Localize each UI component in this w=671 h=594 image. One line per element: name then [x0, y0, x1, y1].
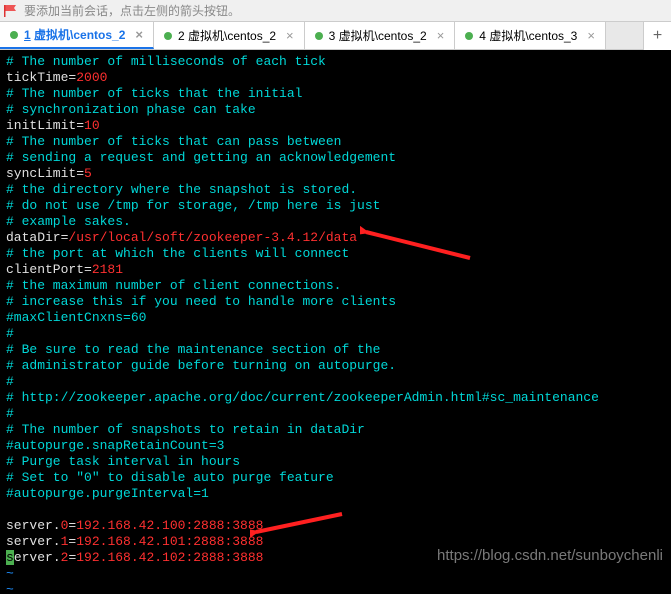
toolbar-hint: 要添加当前会话，点击左侧的箭头按钮。	[24, 2, 240, 19]
terminal-line	[6, 502, 665, 518]
terminal-line: tickTime=2000	[6, 70, 665, 86]
terminal-line: #	[6, 374, 665, 390]
close-icon[interactable]: ×	[587, 28, 595, 43]
status-dot-icon	[164, 32, 172, 40]
tab-label: 1 虚拟机\centos_2	[24, 26, 125, 43]
terminal-line: clientPort=2181	[6, 262, 665, 278]
terminal-line: #maxClientCnxns=60	[6, 310, 665, 326]
terminal-line: # administrator guide before turning on …	[6, 358, 665, 374]
tab-3[interactable]: 4 虚拟机\centos_3 ×	[455, 22, 606, 49]
terminal-line: # the port at which the clients will con…	[6, 246, 665, 262]
terminal-line: initLimit=10	[6, 118, 665, 134]
terminal-line: # Purge task interval in hours	[6, 454, 665, 470]
terminal-line: # The number of snapshots to retain in d…	[6, 422, 665, 438]
close-icon[interactable]: ×	[286, 28, 294, 43]
terminal-line: # The number of ticks that the initial	[6, 86, 665, 102]
terminal-line: syncLimit=5	[6, 166, 665, 182]
terminal-line: # the directory where the snapshot is st…	[6, 182, 665, 198]
status-dot-icon	[465, 32, 473, 40]
tab-2[interactable]: 3 虚拟机\centos_2 ×	[305, 22, 456, 49]
terminal-line: # sending a request and getting an ackno…	[6, 150, 665, 166]
tab-label: 3 虚拟机\centos_2	[329, 27, 427, 44]
terminal-line: #autopurge.purgeInterval=1	[6, 486, 665, 502]
tab-0[interactable]: 1 虚拟机\centos_2 ×	[0, 22, 154, 49]
status-dot-icon	[10, 31, 18, 39]
close-icon[interactable]: ×	[437, 28, 445, 43]
terminal-line: # increase this if you need to handle mo…	[6, 294, 665, 310]
terminal-line: dataDir=/usr/local/soft/zookeeper-3.4.12…	[6, 230, 665, 246]
terminal-line: ~	[6, 566, 665, 582]
terminal-line: # http://zookeeper.apache.org/doc/curren…	[6, 390, 665, 406]
toolbar: 要添加当前会话，点击左侧的箭头按钮。	[0, 0, 671, 22]
terminal-line: # synchronization phase can take	[6, 102, 665, 118]
terminal[interactable]: # The number of milliseconds of each tic…	[0, 50, 671, 594]
flag-icon	[4, 5, 18, 17]
terminal-line: # do not use /tmp for storage, /tmp here…	[6, 198, 665, 214]
terminal-line: server.0=192.168.42.100:2888:3888	[6, 518, 665, 534]
terminal-line: # the maximum number of client connectio…	[6, 278, 665, 294]
terminal-line: # example sakes.	[6, 214, 665, 230]
watermark: https://blog.csdn.net/sunboychenli	[437, 548, 663, 564]
status-dot-icon	[315, 32, 323, 40]
close-icon[interactable]: ×	[135, 27, 143, 42]
tab-label: 2 虚拟机\centos_2	[178, 27, 276, 44]
tab-label: 4 虚拟机\centos_3	[479, 27, 577, 44]
terminal-line: #	[6, 406, 665, 422]
terminal-line: #autopurge.snapRetainCount=3	[6, 438, 665, 454]
terminal-line: # Be sure to read the maintenance sectio…	[6, 342, 665, 358]
terminal-line: # The number of ticks that can pass betw…	[6, 134, 665, 150]
terminal-line: # The number of milliseconds of each tic…	[6, 54, 665, 70]
terminal-line: #	[6, 326, 665, 342]
terminal-line: # Set to "0" to disable auto purge featu…	[6, 470, 665, 486]
add-tab-button[interactable]: +	[643, 22, 671, 50]
terminal-line: ~	[6, 582, 665, 594]
tab-1[interactable]: 2 虚拟机\centos_2 ×	[154, 22, 305, 49]
tab-bar: 1 虚拟机\centos_2×2 虚拟机\centos_2×3 虚拟机\cent…	[0, 22, 671, 50]
